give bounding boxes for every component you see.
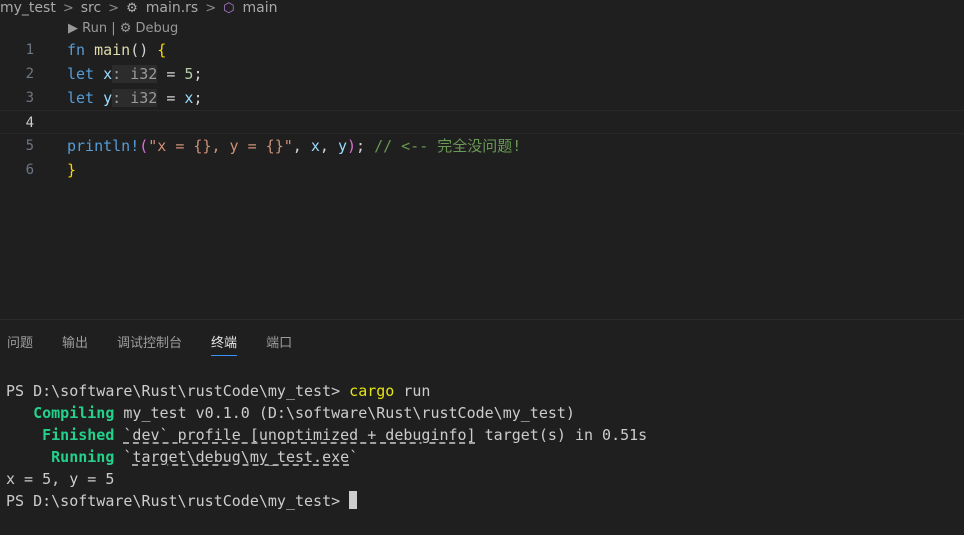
terminal-text: `dev` profile [unoptimized + debuginfo] xyxy=(123,426,476,444)
terminal-text: run xyxy=(394,382,431,400)
code-line[interactable]: 4 xyxy=(0,110,964,134)
code-line[interactable]: 6} xyxy=(0,158,964,182)
code-token: } xyxy=(67,161,77,179)
panel-tab-1[interactable]: 输出 xyxy=(62,332,88,356)
code-token: () xyxy=(130,41,149,59)
code-line[interactable]: 1 fn main() { xyxy=(0,38,964,62)
code-editor[interactable]: 1 fn main() {2 let x: i32 = 5; 3 let y: i32 … xyxy=(0,38,964,318)
code-token: ( xyxy=(139,137,149,155)
code-token: "x = {}, y = {}" xyxy=(148,137,293,155)
breadcrumb-item-project[interactable]: my_test xyxy=(0,0,56,16)
terminal-text: Finished xyxy=(6,426,115,444)
code-token: = xyxy=(157,89,185,107)
terminal-text: cargo xyxy=(349,382,395,400)
code-text: } xyxy=(67,158,76,182)
line-number: 6 xyxy=(25,162,34,178)
breadcrumb-item-src[interactable]: src xyxy=(81,0,101,16)
code-text: fn main() { xyxy=(67,38,166,62)
codelens-separator: | xyxy=(107,21,120,36)
terminal-text: target\debug\my_test.exe xyxy=(132,448,350,466)
code-token: , xyxy=(319,137,338,155)
code-token: = xyxy=(157,65,185,83)
panel-tab-2[interactable]: 调试控制台 xyxy=(117,332,182,356)
code-token: : i32 xyxy=(112,65,158,83)
terminal-text: PS D:\software\Rust\rustCode\my_test> xyxy=(6,382,350,400)
chevron-right-icon: > xyxy=(205,0,217,16)
code-token: { xyxy=(148,41,167,59)
code-token: y xyxy=(337,137,347,155)
breadcrumb-item-file[interactable]: main.rs xyxy=(146,0,198,16)
line-number: 2 xyxy=(25,66,34,82)
terminal-line: PS D:\software\Rust\rustCode\my_test> xyxy=(6,490,956,512)
codelens-run-button[interactable]: ▶ Run xyxy=(68,21,107,36)
code-token: println! xyxy=(67,137,140,155)
codelens: ▶ Run | ⚙ Debug xyxy=(68,21,178,36)
code-token: main xyxy=(94,41,131,59)
panel-tab-4[interactable]: 端口 xyxy=(266,332,292,356)
code-text: println!("x = {}, y = {}", x, y); // <--… xyxy=(67,134,521,158)
terminal-line: Compiling my_test v0.1.0 (D:\software\Ru… xyxy=(6,402,956,424)
code-line[interactable]: 5 println!("x = {}, y = {}", x, y); // <-… xyxy=(0,134,964,158)
code-token: ) xyxy=(346,137,356,155)
code-token: let xyxy=(67,65,95,83)
code-token: ; xyxy=(193,89,203,107)
breadcrumb: my_test > src > ⚙ main.rs > ⬡ main xyxy=(0,0,964,16)
terminal-text: PS D:\software\Rust\rustCode\my_test> xyxy=(6,492,350,510)
panel-divider[interactable] xyxy=(0,319,964,320)
terminal-text: Compiling xyxy=(6,404,115,422)
terminal-text: ` xyxy=(114,448,133,466)
code-line[interactable]: 2 let x: i32 = 5; xyxy=(0,62,964,86)
code-token: : i32 xyxy=(112,89,158,107)
line-number: 5 xyxy=(25,138,34,154)
terminal-output[interactable]: PS D:\software\Rust\rustCode\my_test> ca… xyxy=(6,380,956,512)
code-text: let x: i32 = 5; xyxy=(67,62,202,86)
code-token: ; xyxy=(193,65,203,83)
terminal-line: PS D:\software\Rust\rustCode\my_test> ca… xyxy=(6,380,956,402)
codelens-debug-button[interactable]: ⚙ Debug xyxy=(120,21,179,36)
line-number: 4 xyxy=(25,115,34,131)
panel-tab-3[interactable]: 终端 xyxy=(211,332,238,356)
code-token: let xyxy=(67,89,95,107)
terminal-line: Running `target\debug\my_test.exe` xyxy=(6,446,956,468)
chevron-right-icon: > xyxy=(62,0,74,16)
rust-file-icon: ⚙ xyxy=(126,0,138,16)
panel-tabs: 问题 输出 调试控制台 终端 端口 xyxy=(0,332,314,356)
breadcrumb-item-symbol[interactable]: main xyxy=(242,0,277,16)
terminal-cursor xyxy=(349,491,358,509)
terminal-line: x = 5, y = 5 xyxy=(6,468,956,490)
panel-tab-0[interactable]: 问题 xyxy=(7,332,33,356)
code-token: ; xyxy=(356,137,375,155)
terminal-text: x = 5, y = 5 xyxy=(6,470,115,488)
code-text: let y: i32 = x; xyxy=(67,86,202,110)
code-token: fn xyxy=(67,41,86,59)
terminal-line: Finished `dev` profile [unoptimized + de… xyxy=(6,424,956,446)
code-token: // <-- 完全没问题! xyxy=(374,137,522,155)
terminal-text: Running xyxy=(6,448,115,466)
code-line[interactable]: 3 let y: i32 = x; xyxy=(0,86,964,110)
function-cube-icon: ⬡ xyxy=(223,0,235,16)
line-number: 1 xyxy=(25,42,34,58)
terminal-text: my_test v0.1.0 (D:\software\Rust\rustCod… xyxy=(114,404,575,422)
terminal-text: ` xyxy=(349,448,359,466)
terminal-text: target(s) in 0.51s xyxy=(475,426,648,444)
code-token: y xyxy=(103,89,113,107)
code-token: x xyxy=(310,137,320,155)
chevron-right-icon: > xyxy=(108,0,120,16)
line-number: 3 xyxy=(25,90,34,106)
code-token: x xyxy=(103,65,113,83)
code-token: , xyxy=(292,137,311,155)
